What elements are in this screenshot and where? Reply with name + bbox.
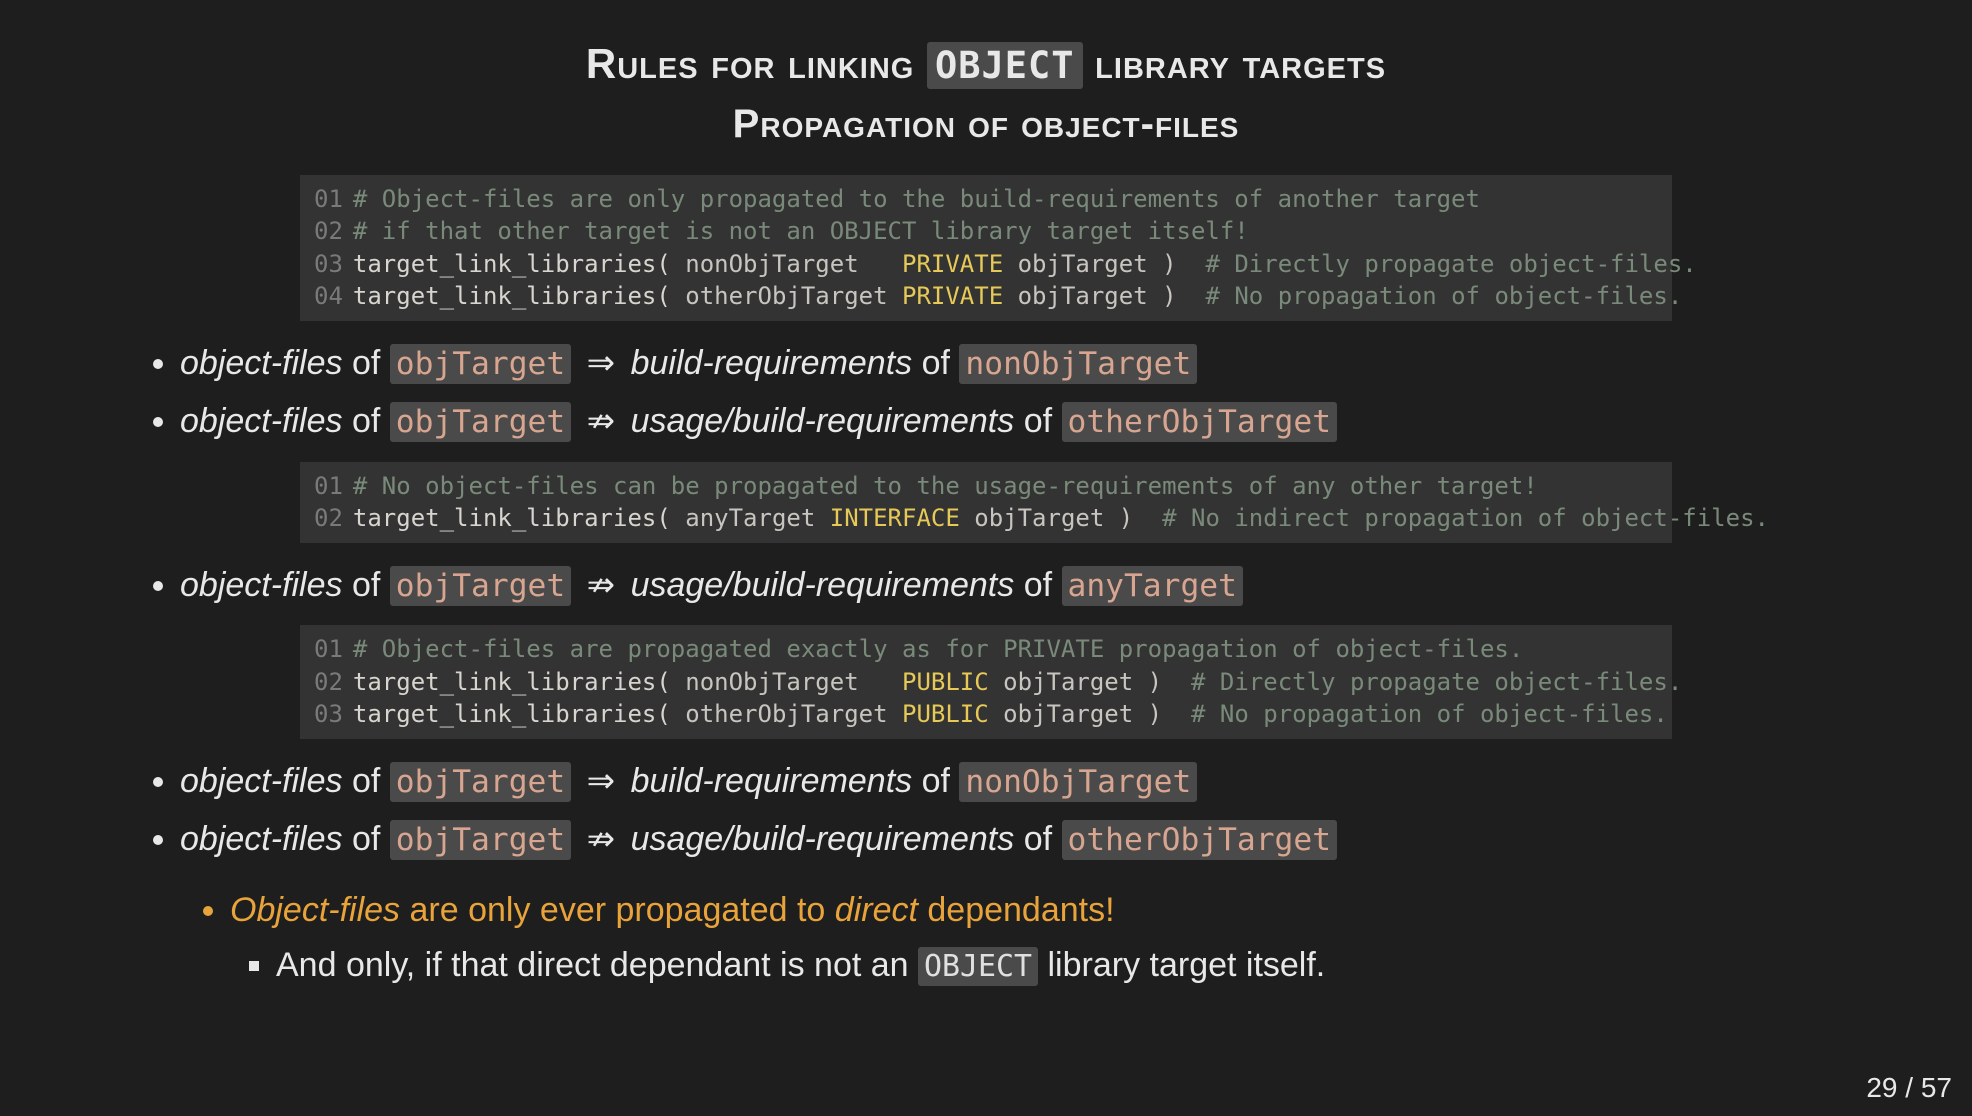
code-block-2: 01# No object-files can be propagated to… bbox=[300, 462, 1672, 543]
title-part-post: library targets bbox=[1083, 40, 1387, 87]
bullet-list-1: object-files of objTarget ⇒ build-requir… bbox=[180, 337, 1832, 448]
code-block-3: 01# Object-files are propagated exactly … bbox=[300, 625, 1672, 738]
bullet-2a: object-files of objTarget ⇏ usage/build-… bbox=[180, 559, 1832, 612]
page-number: 29 / 57 bbox=[1866, 1072, 1952, 1104]
summary-list: Object-files are only ever propagated to… bbox=[230, 884, 1832, 991]
bullet-3b: object-files of objTarget ⇏ usage/build-… bbox=[180, 813, 1832, 866]
summary-sublist: And only, if that direct dependant is no… bbox=[276, 939, 1832, 992]
bullet-list-2: object-files of objTarget ⇏ usage/build-… bbox=[180, 559, 1832, 612]
summary-line-1: Object-files are only ever propagated to… bbox=[230, 884, 1832, 991]
code-block-1: 01# Object-files are only propagated to … bbox=[300, 175, 1672, 321]
bullet-list-3: object-files of objTarget ⇒ build-requir… bbox=[180, 755, 1832, 866]
bullet-1a: object-files of objTarget ⇒ build-requir… bbox=[180, 337, 1832, 390]
title-code-object: OBJECT bbox=[927, 42, 1083, 89]
title-part-pre: Rules for linking bbox=[586, 40, 927, 87]
slide-title: Rules for linking OBJECT library targets bbox=[140, 40, 1832, 88]
slide: Rules for linking OBJECT library targets… bbox=[0, 0, 1972, 1116]
slide-subtitle: Propagation of object-files bbox=[140, 102, 1832, 147]
bullet-1b: object-files of objTarget ⇏ usage/build-… bbox=[180, 395, 1832, 448]
bullet-3a: object-files of objTarget ⇒ build-requir… bbox=[180, 755, 1832, 808]
summary-line-2: And only, if that direct dependant is no… bbox=[276, 939, 1832, 992]
